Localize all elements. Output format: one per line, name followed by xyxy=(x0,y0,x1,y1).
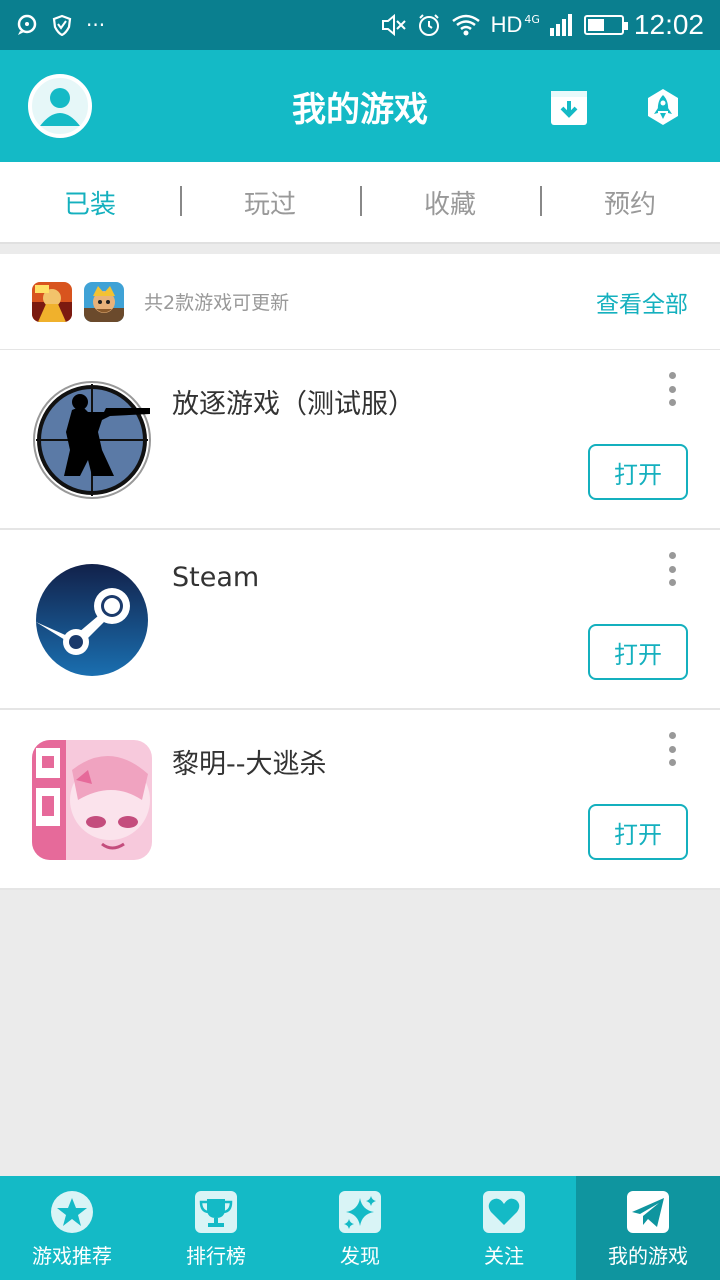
nav-label: 关注 xyxy=(484,1244,524,1268)
open-button[interactable]: 打开 xyxy=(588,804,688,860)
wifi-icon xyxy=(451,14,480,36)
nav-ranking[interactable]: 排行榜 xyxy=(144,1176,288,1280)
sniper-scope-icon xyxy=(32,380,152,500)
list-item[interactable]: Steam 打开 xyxy=(0,530,720,710)
nav-label: 发现 xyxy=(340,1244,380,1268)
star-icon xyxy=(51,1191,93,1233)
more-dots-icon: ··· xyxy=(86,13,106,37)
status-right-icons: HD 4G 12:02 xyxy=(381,9,704,41)
update-count-text: 共2款游戏可更新 xyxy=(144,292,290,314)
tab-favorites[interactable]: 收藏 xyxy=(360,162,540,242)
download-box-button[interactable] xyxy=(550,88,588,126)
list-item[interactable]: 放逐游戏（测试服） 打开 xyxy=(0,350,720,530)
nav-follow[interactable]: 关注 xyxy=(432,1176,576,1280)
network-gen: 4G xyxy=(524,12,540,26)
page-title: 我的游戏 xyxy=(292,90,428,129)
see-all-link[interactable]: 查看全部 xyxy=(596,285,688,319)
nav-label: 我的游戏 xyxy=(608,1244,688,1268)
tab-reservations[interactable]: 预约 xyxy=(540,162,720,242)
status-time: 12:02 xyxy=(633,9,704,40)
status-left-icons: ··· xyxy=(16,13,105,37)
game-list: 放逐游戏（测试服） 打开 Steam 打开 黎明--大逃杀 打开 xyxy=(0,350,720,890)
steam-icon xyxy=(32,560,152,680)
status-bar: ··· HD 4G 12:02 xyxy=(0,0,720,50)
rocket-button[interactable] xyxy=(644,88,682,126)
game-name: Steam xyxy=(172,562,260,593)
more-options-button[interactable] xyxy=(662,372,682,406)
nav-recommended[interactable]: 游戏推荐 xyxy=(0,1176,144,1280)
anime-girl-icon xyxy=(32,740,152,860)
rocket-icon xyxy=(648,89,678,125)
app-bar: 我的游戏 xyxy=(0,50,720,162)
open-button[interactable]: 打开 xyxy=(588,624,688,680)
signal-icon xyxy=(549,14,572,36)
tab-bar: 已装 玩过 收藏 预约 xyxy=(0,162,720,244)
nav-my-games[interactable]: 我的游戏 xyxy=(576,1176,720,1280)
sparkle-icon xyxy=(339,1191,381,1233)
game-name: 黎明--大逃杀 xyxy=(172,749,327,780)
nav-label: 游戏推荐 xyxy=(32,1244,112,1268)
battery-fill xyxy=(587,19,605,31)
shield-check-icon xyxy=(52,14,72,36)
list-item[interactable]: 黎明--大逃杀 打开 xyxy=(0,710,720,890)
avatar[interactable] xyxy=(28,74,92,138)
download-box-icon xyxy=(551,91,587,125)
paper-plane-icon xyxy=(627,1191,669,1233)
tab-played[interactable]: 玩过 xyxy=(180,162,360,242)
game-name: 放逐游戏（测试服） xyxy=(172,389,415,420)
nav-label: 排行榜 xyxy=(186,1244,246,1268)
alarm-icon xyxy=(418,14,439,36)
more-options-button[interactable] xyxy=(662,732,682,766)
chat-bubble-icon xyxy=(17,14,37,35)
mute-icon xyxy=(381,13,406,37)
update-banner[interactable]: 共2款游戏可更新 查看全部 xyxy=(0,254,720,350)
trophy-icon xyxy=(195,1191,237,1233)
honor-of-kings-icon xyxy=(32,281,72,322)
more-options-button[interactable] xyxy=(662,552,682,586)
heart-icon xyxy=(483,1191,525,1233)
network-type: HD xyxy=(490,12,523,37)
bottom-nav: 游戏推荐 排行榜 发现 关注 我的游戏 xyxy=(0,1176,720,1280)
open-button[interactable]: 打开 xyxy=(588,444,688,500)
tab-installed[interactable]: 已装 xyxy=(0,162,180,242)
battery-icon xyxy=(583,15,628,35)
clash-royale-icon xyxy=(84,281,124,322)
nav-discover[interactable]: 发现 xyxy=(288,1176,432,1280)
avatar-icon xyxy=(40,88,80,126)
